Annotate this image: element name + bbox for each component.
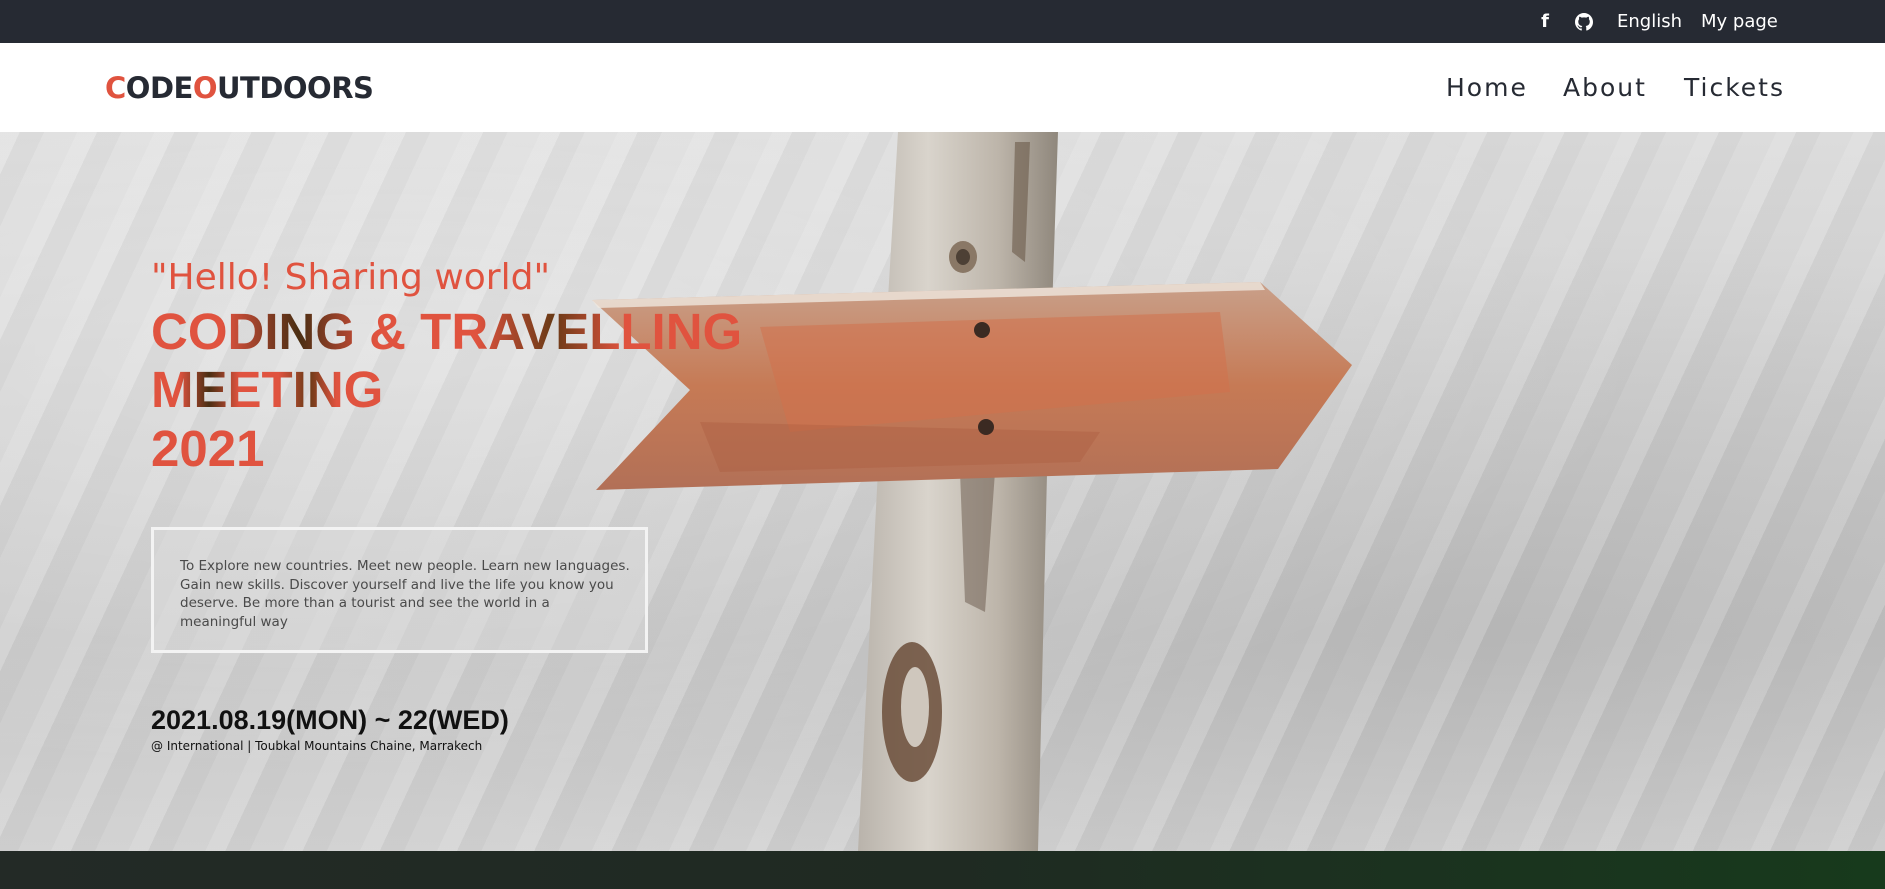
hero-section: "Hello! Sharing world" CODING & TRAVELLI…	[0, 132, 1885, 851]
site-logo[interactable]: C ODE O UTDOORS	[105, 43, 374, 132]
github-icon[interactable]	[1574, 0, 1594, 43]
nav-about[interactable]: About	[1563, 43, 1647, 132]
logo-letter-c: C	[105, 70, 126, 105]
github-icon-glyph	[1575, 12, 1593, 31]
hero-headline-line-3: 2021	[151, 420, 265, 477]
nav-tickets[interactable]: Tickets	[1684, 43, 1785, 132]
top-utility-bar: f English My page	[0, 0, 1885, 43]
mypage-link[interactable]: My page	[1701, 0, 1778, 43]
logo-text-ode: ODE	[125, 70, 194, 105]
facebook-icon[interactable]: f	[1536, 0, 1554, 43]
hero-description-box: To Explore new countries. Meet new peopl…	[151, 527, 648, 653]
nav-home[interactable]: Home	[1446, 43, 1528, 132]
hero-headline-line-1: CODING & TRAVELLING	[151, 303, 743, 360]
logo-letter-o: O	[192, 70, 218, 105]
hero-headline-line-2: MEETING	[151, 361, 384, 418]
hero-greeting: "Hello! Sharing world"	[151, 257, 551, 298]
event-date: 2021.08.19(MON) ~ 22(WED)	[151, 705, 509, 735]
language-link[interactable]: English	[1617, 0, 1682, 43]
next-section-preview	[0, 851, 1885, 889]
event-venue: @ International | Toubkal Mountains Chai…	[151, 739, 483, 753]
hero-description: To Explore new countries. Meet new peopl…	[180, 558, 630, 630]
site-header: C ODE O UTDOORS Home About Tickets	[0, 43, 1885, 132]
logo-text-utdoors: UTDOORS	[217, 70, 374, 105]
